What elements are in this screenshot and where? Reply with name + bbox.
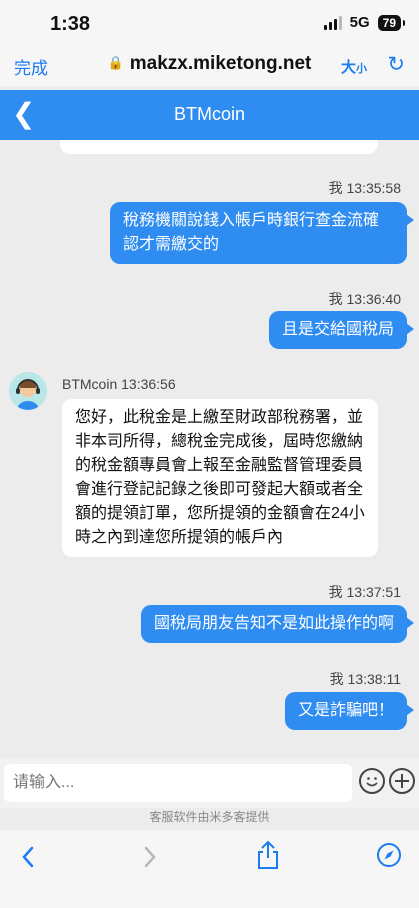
status-bar: 1:38 5G 79 bbox=[0, 0, 419, 46]
powered-by-credit: 客服软件由米多客提供 bbox=[149, 810, 270, 824]
text-size-large: 大 bbox=[340, 59, 356, 76]
agent-avatar bbox=[9, 372, 47, 410]
message-bubble-sent: 且是交給國稅局 bbox=[268, 311, 415, 349]
message-meta: 我 13:37:51 bbox=[328, 584, 401, 600]
chat-messages[interactable]: 我 13:35:58 稅務機關說錢入帳戶時銀行查金流確認才需繳交的 我 13:3… bbox=[0, 140, 419, 760]
message-meta: BTMcoin 13:36:56 bbox=[62, 376, 176, 392]
browser-url-bar: 完成 🔒 makzx.miketong.net 大小 ↻ bbox=[0, 46, 419, 86]
message-bubble-sent: 又是詐騙吧！ bbox=[284, 692, 415, 730]
headset-agent-icon bbox=[16, 379, 40, 410]
previous-message-bubble bbox=[60, 140, 378, 154]
message-bubble-sent: 國稅局朋友告知不是如此操作的啊 bbox=[140, 605, 415, 643]
message-bubble-received: 您好，此稅金是上繳至財政部稅務署，並非本司所得，總稅金完成後，屆時您繳納的稅金額… bbox=[62, 399, 378, 557]
browser-toolbar bbox=[0, 830, 419, 908]
lock-icon: 🔒 bbox=[107, 55, 124, 70]
chat-title: BTMcoin bbox=[173, 104, 245, 124]
share-icon[interactable] bbox=[256, 840, 280, 875]
message-bubble-sent: 稅務機關說錢入帳戶時銀行查金流確認才需繳交的 bbox=[110, 202, 414, 264]
chat-header: ❮ BTMcoin bbox=[0, 90, 419, 140]
add-icon[interactable] bbox=[389, 768, 415, 794]
forward-arrow-icon[interactable] bbox=[140, 844, 160, 875]
back-arrow-icon[interactable] bbox=[18, 844, 38, 875]
compass-icon[interactable] bbox=[376, 842, 402, 873]
message-input-bar bbox=[0, 758, 419, 808]
text-size-button[interactable]: 大小 bbox=[341, 56, 367, 77]
text-size-small: 小 bbox=[356, 63, 367, 75]
url-text: makzx.miketong.net bbox=[129, 53, 312, 74]
emoji-icon[interactable] bbox=[359, 768, 385, 794]
message-input[interactable] bbox=[4, 764, 352, 802]
message-meta: 我 13:38:11 bbox=[329, 671, 401, 687]
reload-icon[interactable]: ↻ bbox=[387, 52, 405, 77]
signal-icon bbox=[323, 15, 342, 30]
status-time: 1:38 bbox=[50, 13, 91, 35]
battery-icon: 79 bbox=[377, 14, 406, 31]
status-indicators: 5G 79 bbox=[323, 14, 406, 31]
message-meta: 我 13:36:40 bbox=[328, 291, 401, 307]
message-meta: 我 13:35:58 bbox=[328, 180, 401, 196]
network-type: 5G bbox=[349, 14, 370, 31]
